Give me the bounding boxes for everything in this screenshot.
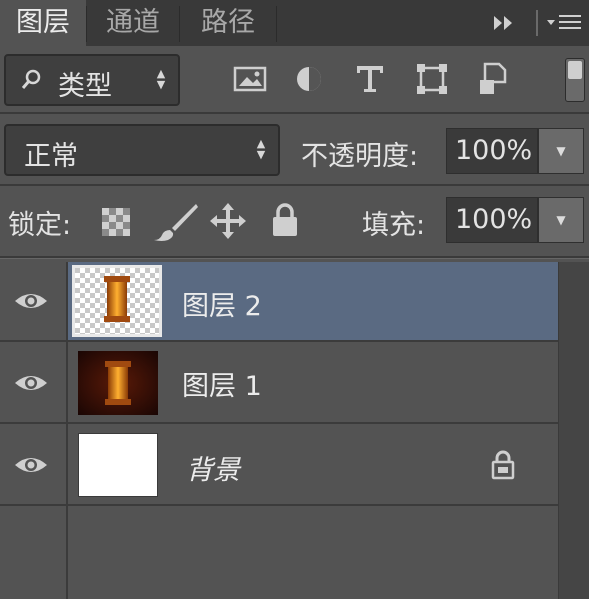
fill-label: 填充: bbox=[362, 210, 426, 241]
fill-input[interactable]: 100% bbox=[446, 197, 538, 243]
chevron-down-icon: ▼ bbox=[556, 144, 566, 158]
image-filter-icon[interactable] bbox=[233, 64, 267, 98]
lock-transparency-icon[interactable] bbox=[102, 208, 130, 240]
chevron-updown-icon: ▲ ▼ bbox=[156, 67, 166, 91]
section-divider bbox=[0, 112, 589, 114]
lock-icon bbox=[490, 450, 516, 484]
double-arrow-icon[interactable] bbox=[492, 0, 520, 46]
lock-position-icon[interactable] bbox=[209, 202, 247, 244]
visibility-toggle[interactable] bbox=[0, 424, 68, 504]
layer-name: 图层 1 bbox=[182, 371, 262, 402]
tab-channels[interactable]: 通道 bbox=[87, 0, 179, 46]
layer-row-layer-2[interactable]: 图层 2 bbox=[0, 262, 558, 342]
layer-row-background[interactable]: 背景 bbox=[0, 424, 558, 506]
filter-kind-select[interactable]: 类型 ▲ ▼ bbox=[4, 54, 180, 106]
fill-value: 100% bbox=[455, 204, 533, 235]
toolbar-divider bbox=[536, 10, 538, 36]
tab-layers[interactable]: 图层 bbox=[0, 0, 86, 46]
opacity-dropdown-button[interactable]: ▼ bbox=[538, 128, 584, 174]
layers-scrollbar[interactable] bbox=[558, 262, 589, 599]
filter-toggle-switch[interactable] bbox=[565, 58, 585, 102]
toggle-knob bbox=[568, 61, 582, 79]
opacity-label: 不透明度: bbox=[301, 141, 419, 172]
layers-empty-area bbox=[0, 506, 558, 599]
visibility-toggle[interactable] bbox=[0, 262, 68, 340]
eye-icon bbox=[15, 458, 47, 472]
section-divider bbox=[0, 184, 589, 186]
layer-thumbnail bbox=[72, 265, 162, 337]
lock-label: 锁定: bbox=[8, 210, 72, 241]
lock-image-pixels-icon[interactable] bbox=[152, 202, 198, 246]
adjustment-filter-icon[interactable] bbox=[294, 64, 324, 98]
opacity-value: 100% bbox=[455, 135, 533, 166]
layer-name: 图层 2 bbox=[182, 291, 262, 322]
shape-filter-icon[interactable] bbox=[416, 63, 448, 99]
tab-paths[interactable]: 路径 bbox=[180, 0, 276, 46]
eye-icon bbox=[15, 294, 47, 308]
panel-menu-icon[interactable] bbox=[545, 0, 585, 46]
layer-row-layer-1[interactable]: 图层 1 bbox=[0, 342, 558, 424]
chevron-down-icon: ▼ bbox=[556, 213, 566, 227]
chevron-updown-icon: ▲ ▼ bbox=[256, 137, 266, 161]
text-filter-icon[interactable] bbox=[354, 62, 386, 98]
blend-mode-label: 正常 bbox=[24, 141, 78, 172]
visibility-toggle[interactable] bbox=[0, 342, 68, 422]
fill-dropdown-button[interactable]: ▼ bbox=[538, 197, 584, 243]
layer-thumbnail bbox=[78, 351, 158, 415]
blend-mode-select[interactable]: 正常 ▲ ▼ bbox=[4, 124, 280, 176]
layer-thumbnail bbox=[78, 433, 158, 497]
smart-object-filter-icon[interactable] bbox=[477, 62, 509, 100]
lock-all-icon[interactable] bbox=[270, 202, 300, 242]
filter-kind-label: 类型 bbox=[58, 71, 112, 102]
opacity-input[interactable]: 100% bbox=[446, 128, 538, 174]
layer-name: 背景 bbox=[186, 455, 240, 486]
tab-divider bbox=[276, 6, 277, 42]
panel-tab-bar: 图层 通道 路径 bbox=[0, 0, 589, 46]
eye-icon bbox=[15, 376, 47, 390]
search-icon bbox=[20, 66, 42, 98]
section-divider-highlight bbox=[0, 258, 589, 259]
